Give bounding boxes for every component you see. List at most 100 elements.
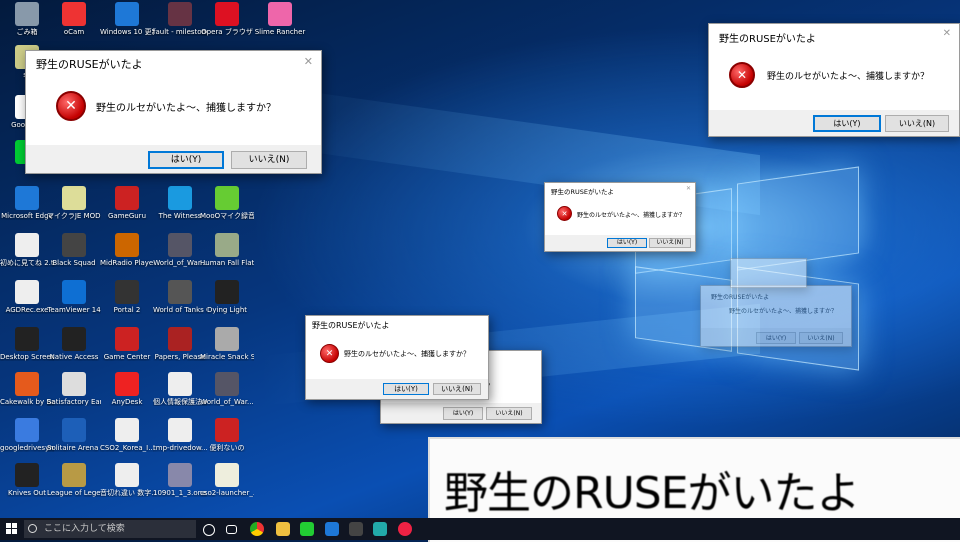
taskbar: ここに入力して検索 [0,518,960,540]
app-icon [15,280,39,304]
start-button[interactable] [6,523,18,535]
line-icon[interactable] [300,522,314,536]
desktop-icon[interactable]: 音切れ違い 数字.txt [100,463,154,497]
app-icon [215,418,239,442]
desktop-icon[interactable]: tmp-drivedow... [153,418,207,452]
desktop-icon[interactable]: 個人情報保護法ver1.txt [153,372,207,406]
app-icon [168,186,192,210]
error-icon: ✕ [729,62,755,88]
app-icon [115,233,139,257]
desktop-icon[interactable]: Knives Out [0,463,54,497]
desktop-icon[interactable]: World_of_War... [153,233,207,267]
desktop-icon[interactable]: GameGuru [100,186,154,220]
desktop-icon[interactable]: Portal 2 [100,280,154,314]
desktop-icon-label: TeamViewer 14 [47,306,101,314]
edge-icon[interactable] [325,522,339,536]
desktop-icon[interactable]: MidRadio Player [100,233,154,267]
desktop-icon-label: Dying Light [206,306,248,314]
desktop-icon[interactable]: 便利ないの [200,418,254,452]
yes-button[interactable]: はい(Y) [383,383,429,395]
chrome-icon[interactable] [250,522,264,536]
app-icon [15,2,39,26]
dialog-title: 野生のRUSEがいたよ [719,34,816,45]
cortana-icon[interactable] [203,524,215,536]
dialog-title: 野生のRUSEがいたよ [312,321,390,330]
yes-button[interactable]: はい(Y) [443,407,483,420]
desktop-icon[interactable]: Windows 10 更新アシスタント [100,2,154,36]
desktop-icon[interactable]: TeamViewer 14 [47,280,101,314]
desktop-icon[interactable]: MooOマイク録音 1.45 [200,186,254,220]
error-icon: ✕ [56,91,86,121]
error-dialog-small-mid: 野生のRUSEがいたよ ✕ ✕ 野生のルセがいたよ〜、捕獲しますか？ はい(Y)… [544,182,696,252]
error-dialog-large-left: 野生のRUSEがいたよ ✕ ✕ 野生のルセがいたよ〜、捕獲しますか？ はい(Y)… [25,50,322,174]
desktop-icon[interactable]: oCam [47,2,101,36]
desktop-icon[interactable]: Black Squad [47,233,101,267]
app-icon [168,372,192,396]
dialog-message: 野生のルセがいたよ〜、捕獲しますか？ [577,212,686,219]
desktop-icon[interactable]: マイクラJE MOD マルチ [47,186,101,220]
app-icon [215,327,239,351]
desktop-icon[interactable]: AGDRec.exe [0,280,54,314]
app-icon[interactable] [349,522,363,536]
desktop-icon-label: googledrivesync ショートカット [0,444,54,452]
desktop-icon[interactable]: 初めに見てね 2.txt [0,233,54,267]
dialog-footer: はい(Y) いいえ(N) [709,110,959,136]
desktop-icon-label: Cakewalk by BandLab [0,398,54,406]
desktop-icon[interactable]: Miracle Snack Shop [200,327,254,361]
yes-button[interactable]: はい(Y) [813,115,881,132]
desktop-icon[interactable]: Game Center [100,327,154,361]
no-button[interactable]: いいえ(N) [433,383,481,395]
desktop-icon[interactable]: CSO2_Korea_I... [100,418,154,452]
desktop-icon[interactable]: googledrivesync ショートカット [0,418,54,452]
desktop-icon[interactable]: Satisfactory Early Access [47,372,101,406]
desktop-icon-label: Satisfactory Early Access [47,398,101,406]
desktop-icon[interactable]: ごみ箱 [0,2,54,36]
no-button[interactable]: いいえ(N) [799,332,843,344]
dialog-title: 野生のRUSEがいたよ [551,188,615,196]
app-icon [115,418,139,442]
desktop-icon[interactable]: AnyDesk [100,372,154,406]
yes-button[interactable]: はい(Y) [148,151,224,169]
desktop-icon[interactable]: fault - milestone one [153,2,207,36]
desktop-icon[interactable]: World of Tanks Common Test [153,280,207,314]
no-button[interactable]: いいえ(N) [649,238,691,248]
desktop-icon-label: 音切れ違い 数字.txt [100,489,154,497]
desktop-icon[interactable]: Human Fall Flat [200,233,254,267]
desktop-icon-label: 10901_1_3.one... [153,489,207,497]
app-icon [215,280,239,304]
desktop-icon[interactable]: Opera ブラウザ [200,2,254,36]
desktop-icon[interactable]: Dying Light [200,280,254,314]
lips-icon[interactable] [398,522,412,536]
desktop-icon[interactable]: Microsoft Edge [0,186,54,220]
desktop-icon[interactable]: The Witness [153,186,207,220]
no-button[interactable]: いいえ(N) [486,407,532,420]
taskbar-search-box[interactable]: ここに入力して検索 [24,520,196,538]
app-icon [62,327,86,351]
yes-button[interactable]: はい(Y) [607,238,647,248]
desktop-icon[interactable]: cso2-launcher_... [200,463,254,497]
task-view-icon[interactable] [226,525,237,534]
no-button[interactable]: いいえ(N) [885,115,949,132]
desktop-icon[interactable]: Desktop Screenshot 2... [0,327,54,361]
desktop-icon[interactable]: Native Access [47,327,101,361]
close-icon[interactable]: ✕ [304,55,313,68]
no-button[interactable]: いいえ(N) [231,151,307,169]
yes-button[interactable]: はい(Y) [756,332,796,344]
app-icon[interactable] [373,522,387,536]
desktop-icon[interactable]: World_of_War... [200,372,254,406]
close-icon[interactable]: ✕ [686,185,691,192]
error-dialog-ghost: 野生のRUSEがいたよ 野生のルセがいたよ〜、捕獲しますか？ はい(Y) いいえ… [700,285,852,347]
desktop-icon[interactable]: Slime Rancher [253,2,307,36]
app-icon [15,327,39,351]
desktop-icon[interactable]: Papers, Please [153,327,207,361]
desktop-icon[interactable]: Cakewalk by BandLab [0,372,54,406]
close-icon[interactable]: ✕ [943,28,951,39]
app-icon [168,233,192,257]
desktop-icon[interactable]: League of Legends [47,463,101,497]
desktop-icon-label: MidRadio Player [100,259,154,267]
desktop-icon[interactable]: 10901_1_3.one... [153,463,207,497]
app-icon [168,2,192,26]
app-icon [62,2,86,26]
file-explorer-icon[interactable] [276,522,290,536]
desktop-icon[interactable]: Solitaire Arena Warfare [47,418,101,452]
